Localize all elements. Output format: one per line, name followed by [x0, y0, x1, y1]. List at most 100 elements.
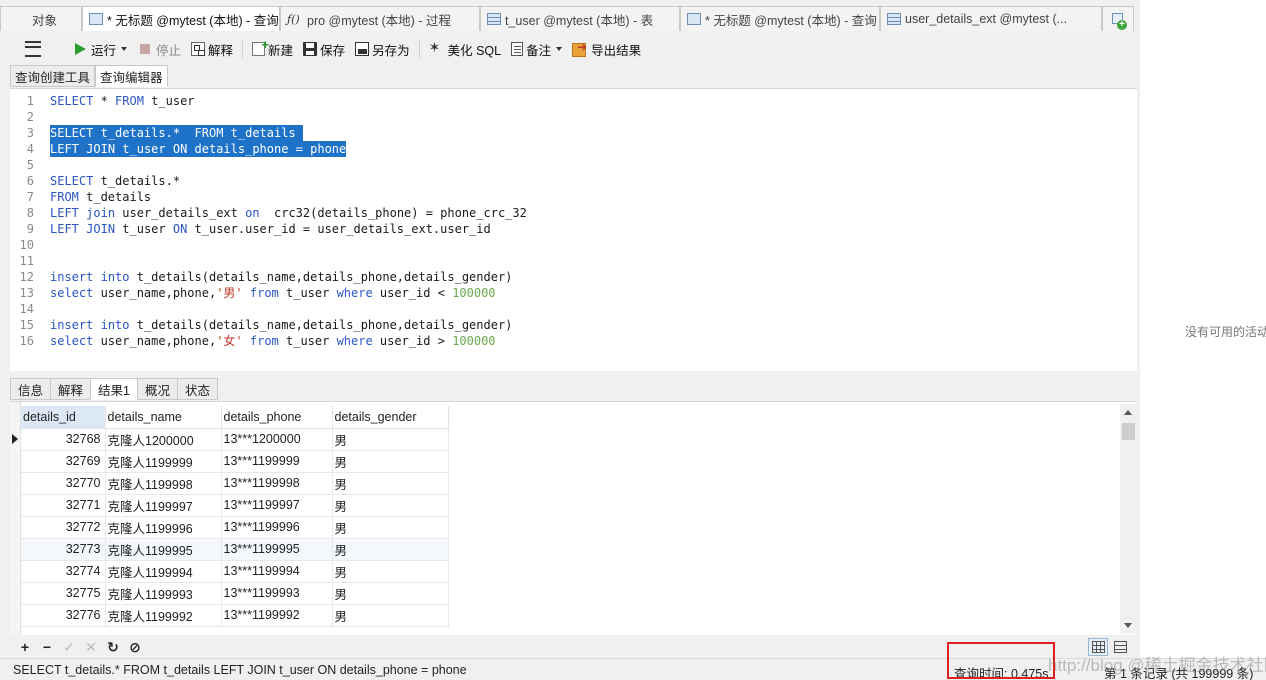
tab-info[interactable]: 信息 [10, 378, 52, 400]
apply-changes-button[interactable]: ✓ [58, 638, 80, 656]
editor-line[interactable]: 11 [10, 253, 1137, 269]
table-cell[interactable]: 13***1200000 [221, 428, 333, 451]
table-cell[interactable]: 克隆人1199999 [105, 450, 222, 473]
save-button[interactable]: 保存 [298, 37, 350, 61]
tab-query-untitled-1[interactable]: * 无标题 @mytest (本地) - 查询 [82, 6, 280, 31]
grid-view-button[interactable] [1088, 638, 1108, 656]
column-header[interactable]: details_phone [221, 406, 333, 429]
table-cell[interactable]: 男 [332, 450, 449, 473]
table-cell[interactable]: 32776 [21, 604, 106, 627]
column-header[interactable]: details_name [105, 406, 222, 429]
scroll-down-icon[interactable] [1124, 623, 1132, 628]
grid-vertical-scrollbar[interactable] [1120, 404, 1137, 634]
table-cell[interactable]: 男 [332, 560, 449, 583]
table-cell[interactable]: 32769 [21, 450, 106, 473]
tab-table-user-details-ext[interactable]: user_details_ext @mytest (... [880, 6, 1102, 31]
table-cell[interactable]: 男 [332, 428, 449, 451]
table-cell[interactable]: 男 [332, 604, 449, 627]
editor-line[interactable]: 5 [10, 157, 1137, 173]
editor-line[interactable]: 7 FROM t_details [10, 189, 1137, 205]
table-row[interactable]: 32771 克隆人1199997 13***1199997 男 [21, 494, 449, 517]
table-cell[interactable]: 32775 [21, 582, 106, 605]
refresh-button[interactable]: ↻ [102, 638, 124, 656]
add-record-button[interactable]: + [14, 638, 36, 656]
tab-procedure-pro[interactable]: ƒ() pro @mytest (本地) - 过程 [280, 6, 480, 31]
stop-button[interactable]: 停止 [132, 37, 186, 61]
stop-loading-button[interactable]: ⊘ [124, 638, 146, 656]
editor-line[interactable]: 16 select user_name,phone,'女' from t_user… [10, 333, 1137, 349]
explain-button[interactable]: 解释 [186, 37, 238, 61]
run-button[interactable]: 运行 [67, 37, 132, 61]
tab-query-editor[interactable]: 查询编辑器 [95, 65, 168, 87]
tab-explain[interactable]: 解释 [50, 378, 92, 400]
tab-query-builder[interactable]: 查询创建工具 [10, 65, 96, 87]
table-row[interactable]: 32773 克隆人1199995 13***1199995 男 [21, 538, 449, 561]
tab-status[interactable]: 状态 [177, 378, 219, 400]
editor-line[interactable]: 4 LEFT JOIN t_user ON details_phone = pho… [10, 141, 1137, 157]
sql-editor[interactable]: 1 SELECT * FROM t_user 2 3 SELECT t_details.… [10, 88, 1137, 371]
editor-line[interactable]: 2 [10, 109, 1137, 125]
table-cell[interactable]: 克隆人1199995 [105, 538, 222, 561]
table-cell[interactable]: 13***1199996 [221, 516, 333, 539]
table-row[interactable]: 32774 克隆人1199994 13***1199994 男 [21, 560, 449, 583]
editor-line[interactable]: 1 SELECT * FROM t_user [10, 93, 1137, 109]
form-view-button[interactable] [1110, 638, 1130, 656]
table-cell[interactable]: 13***1199993 [221, 582, 333, 605]
editor-line[interactable]: 9 LEFT JOIN t_user ON t_user.user_id = us… [10, 221, 1137, 237]
table-cell[interactable]: 克隆人1199992 [105, 604, 222, 627]
table-cell[interactable]: 32768 [21, 428, 106, 451]
tab-query-untitled-2[interactable]: * 无标题 @mytest (本地) - 查询 [680, 6, 880, 31]
table-cell[interactable]: 32770 [21, 472, 106, 495]
tab-table-t-user[interactable]: t_user @mytest (本地) - 表 [480, 6, 680, 31]
table-row[interactable]: 32770 克隆人1199998 13***1199998 男 [21, 472, 449, 495]
table-cell[interactable]: 13***1199997 [221, 494, 333, 517]
table-cell[interactable]: 男 [332, 494, 449, 517]
editor-line[interactable]: 14 [10, 301, 1137, 317]
table-cell[interactable]: 13***1199992 [221, 604, 333, 627]
editor-line[interactable]: 12 insert into t_details(details_name,det… [10, 269, 1137, 285]
table-cell[interactable]: 克隆人1199993 [105, 582, 222, 605]
result-grid[interactable]: details_id details_name details_phone de… [10, 401, 1137, 635]
tab-profile[interactable]: 概况 [136, 378, 178, 400]
column-header[interactable]: details_gender [332, 406, 449, 429]
table-cell[interactable]: 男 [332, 582, 449, 605]
table-cell[interactable]: 克隆人1200000 [105, 428, 222, 451]
new-tab-button[interactable] [1102, 6, 1134, 31]
comment-button[interactable]: 备注 [506, 37, 567, 61]
table-cell[interactable]: 32773 [21, 538, 106, 561]
table-cell[interactable]: 克隆人1199994 [105, 560, 222, 583]
table-row[interactable]: 32769 克隆人1199999 13***1199999 男 [21, 450, 449, 473]
table-cell[interactable]: 男 [332, 472, 449, 495]
table-cell[interactable]: 克隆人1199996 [105, 516, 222, 539]
table-cell[interactable]: 32771 [21, 494, 106, 517]
menu-button[interactable] [20, 37, 67, 61]
editor-line[interactable]: 8 LEFT join user_details_ext on crc32(det… [10, 205, 1137, 221]
table-row[interactable]: 32776 克隆人1199992 13***1199992 男 [21, 604, 449, 627]
pane-splitter[interactable] [0, 371, 1140, 376]
table-cell[interactable]: 13***1199998 [221, 472, 333, 495]
editor-line[interactable]: 10 [10, 237, 1137, 253]
editor-line[interactable]: 3 SELECT t_details.* FROM t_details [10, 125, 1137, 141]
table-cell[interactable]: 男 [332, 516, 449, 539]
scroll-thumb[interactable] [1122, 423, 1135, 440]
table-row[interactable]: 32772 克隆人1199996 13***1199996 男 [21, 516, 449, 539]
scroll-up-icon[interactable] [1124, 410, 1132, 415]
beautify-sql-button[interactable]: 美化 SQL [424, 37, 507, 61]
table-cell[interactable]: 32774 [21, 560, 106, 583]
table-cell[interactable]: 13***1199995 [221, 538, 333, 561]
editor-line[interactable]: 15 insert into t_details(details_name,det… [10, 317, 1137, 333]
tab-result-1[interactable]: 结果1 [90, 378, 138, 400]
table-row[interactable]: 32768 克隆人1200000 13***1200000 男 [21, 428, 449, 451]
editor-line[interactable]: 13 select user_name,phone,'男' from t_user… [10, 285, 1137, 301]
table-cell[interactable]: 克隆人1199998 [105, 472, 222, 495]
export-results-button[interactable]: 导出结果 [567, 37, 646, 61]
table-cell[interactable]: 男 [332, 538, 449, 561]
table-cell[interactable]: 13***1199994 [221, 560, 333, 583]
save-as-button[interactable]: 另存为 [350, 37, 415, 61]
table-cell[interactable]: 克隆人1199997 [105, 494, 222, 517]
table-row[interactable]: 32775 克隆人1199993 13***1199993 男 [21, 582, 449, 605]
table-cell[interactable]: 13***1199999 [221, 450, 333, 473]
column-header[interactable]: details_id [21, 406, 106, 429]
editor-line[interactable]: 6 SELECT t_details.* [10, 173, 1137, 189]
tab-objects[interactable]: 对象 [0, 6, 82, 31]
